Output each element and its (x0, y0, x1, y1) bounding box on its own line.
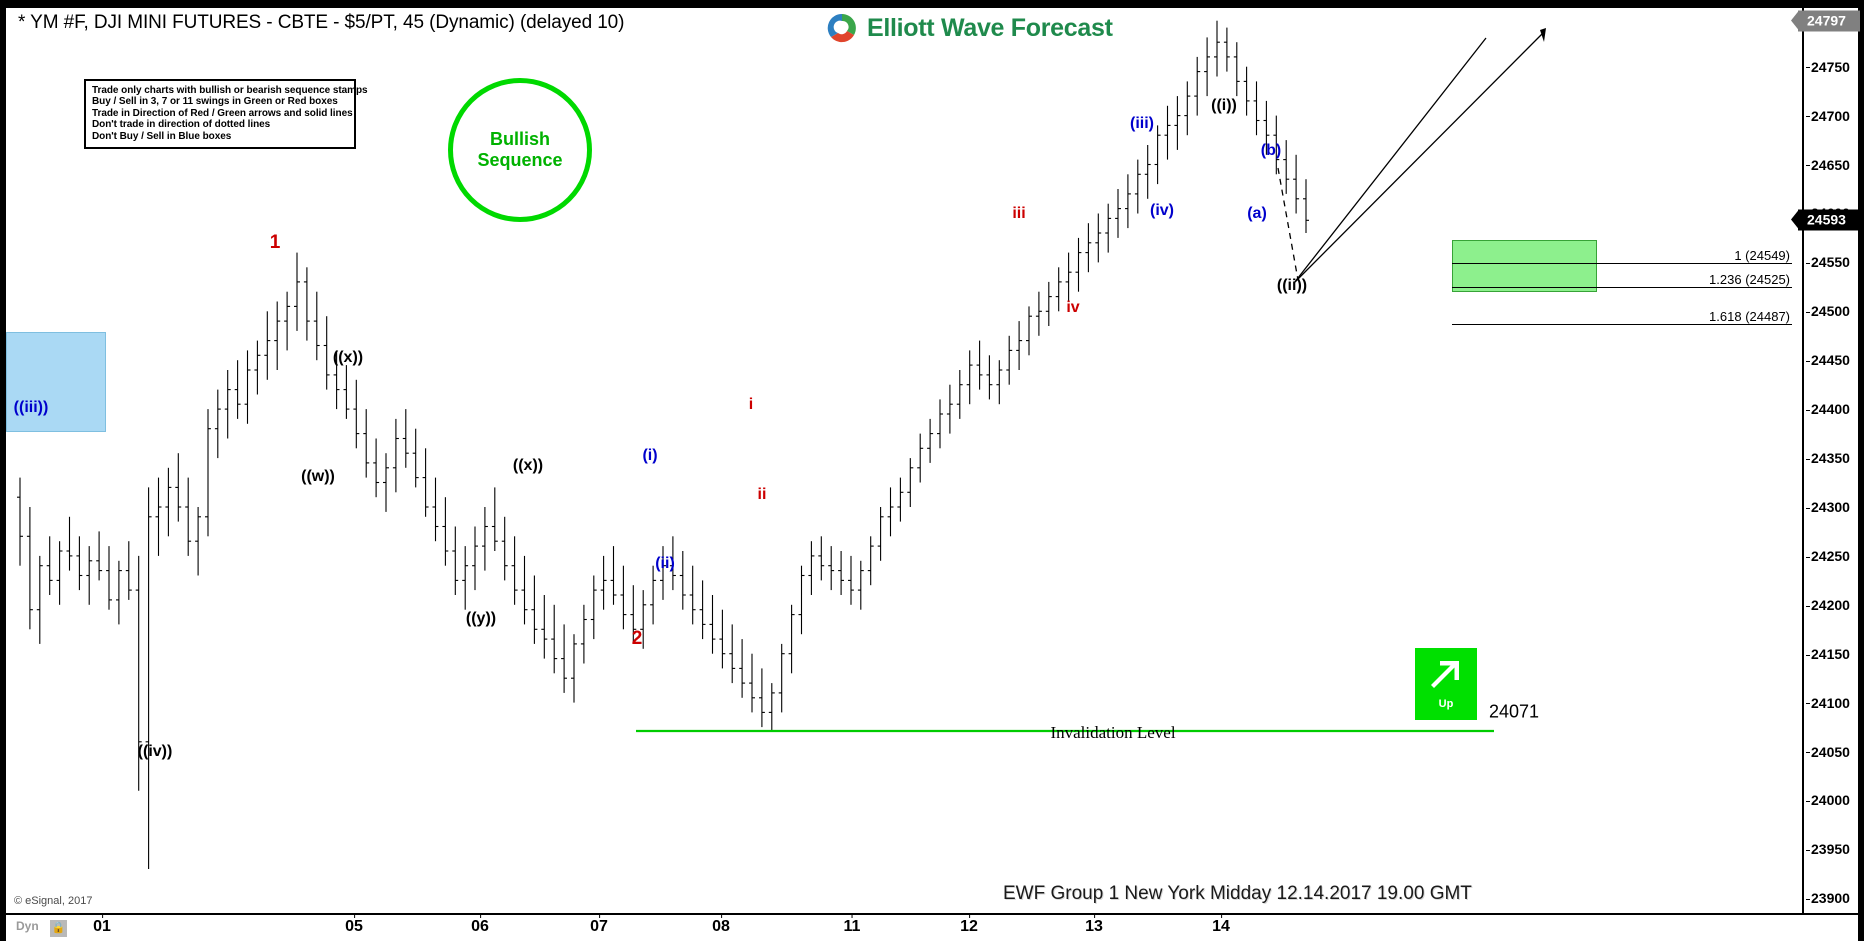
fib-level-label: 1.236 (24525) (1709, 271, 1790, 287)
forecast-footer-note: EWF Group 1 New York Midday 12.14.2017 1… (1003, 883, 1472, 904)
time-axis-tick: 11 (844, 914, 860, 936)
wave-label: ii (757, 486, 767, 503)
price-axis-tick: 24350 (1806, 450, 1850, 466)
time-axis-tick: 07 (590, 914, 608, 936)
time-axis[interactable]: Dyn 🔒 01 05 06 07 08 11 12 13 14 (6, 913, 1858, 941)
wave-label: (a) (1247, 205, 1267, 222)
chart-title: * YM #F, DJI MINI FUTURES - CBTE - $5/PT… (18, 12, 625, 33)
time-axis-tick: 13 (1085, 914, 1103, 936)
wave-label: ((y)) (465, 610, 497, 627)
sequence-stamp-line2: Sequence (477, 150, 563, 170)
wave-label: (b) (1260, 142, 1282, 159)
price-axis-tick: 24750 (1806, 59, 1850, 75)
wave-label: iv (1066, 299, 1080, 316)
time-axis-tick: 14 (1212, 914, 1230, 936)
ewf-logo: Elliott Wave Forecast (826, 12, 1113, 44)
esignal-credit: © eSignal, 2017 (14, 895, 93, 907)
wave-label: ((ii)) (1276, 277, 1308, 294)
rule-line: Trade in Direction of Red / Green arrows… (92, 107, 353, 119)
wave-label: (i) (642, 447, 658, 464)
fib-level-row: 1.618 (24487) (1452, 309, 1792, 325)
fib-level-label: 1.618 (24487) (1709, 309, 1790, 324)
bullish-sequence-stamp: Bullish Sequence (448, 78, 592, 222)
time-axis-tick: 01 (93, 914, 111, 936)
price-axis-tick: 23900 (1806, 890, 1850, 906)
rule-line: Don't Buy / Sell in Blue boxes (92, 130, 232, 142)
price-axis-tick: 24700 (1806, 108, 1850, 124)
wave-label: i (748, 396, 754, 413)
wave-label: (iv) (1150, 202, 1174, 219)
wave-label: ((i)) (1211, 97, 1237, 114)
dyn-mode-label: Dyn (16, 919, 39, 933)
wave-label: (ii) (655, 555, 675, 572)
invalidation-price: 24071 (1489, 701, 1540, 722)
wave-label: ((iv)) (137, 743, 173, 760)
session-high-badge: 24797 (1791, 10, 1860, 32)
wave-label: iii (1012, 205, 1026, 222)
trend-up-badge: Up (1415, 648, 1477, 720)
time-axis-tick: 06 (471, 914, 489, 936)
wave-label: ((x)) (332, 349, 364, 366)
fib-level-row: 1.236 (24525) (1452, 272, 1792, 288)
invalidation-level-label: Invalidation Level (1050, 723, 1176, 742)
blue-no-trade-box (6, 332, 106, 432)
wave-label: 1 (269, 232, 281, 253)
last-price-badge: 24593 (1791, 209, 1860, 231)
green-buy-box (1452, 240, 1597, 292)
ewf-logo-text: Elliott Wave Forecast (867, 13, 1113, 42)
time-axis-tick: 12 (960, 914, 978, 936)
price-axis-tick: 24150 (1806, 646, 1850, 662)
wave-label: ((iii)) (13, 399, 49, 416)
wave-label: (iii) (1130, 115, 1154, 132)
price-axis[interactable]: 2475024700246502460024550245002445024400… (1791, 8, 1860, 913)
price-axis-tick: 23950 (1806, 841, 1850, 857)
trading-rules-legend: Trade only charts with bullish or bearis… (84, 79, 368, 150)
price-axis-tick: 24100 (1806, 695, 1850, 711)
sequence-stamp-line1: Bullish (489, 129, 550, 149)
time-axis-tick: 05 (345, 914, 363, 936)
lock-icon[interactable]: 🔒 (50, 920, 67, 937)
wave-label: ((w)) (301, 468, 335, 485)
price-axis-tick: 24650 (1806, 157, 1850, 173)
wave-label: 2 (631, 628, 643, 649)
price-axis-tick: 24400 (1806, 401, 1850, 417)
price-axis-tick: 24000 (1806, 792, 1850, 808)
price-axis-tick: 24200 (1806, 597, 1850, 613)
price-axis-tick: 24250 (1806, 548, 1850, 564)
price-axis-tick: 24550 (1806, 254, 1850, 270)
price-axis-tick: 24500 (1806, 303, 1850, 319)
chart-screenshot: 1 (24549) 1.236 (24525) 1.618 (24487) * YM… (0, 0, 1864, 941)
swirl-logo-icon (826, 12, 858, 44)
rule-line: Buy / Sell in 3, 7 or 11 swings in Green… (92, 96, 338, 108)
price-axis-tick: 24300 (1806, 499, 1850, 515)
arrow-up-right-icon (1423, 651, 1469, 697)
window-frame-right (1858, 0, 1864, 941)
price-axis-tick: 24450 (1806, 352, 1850, 368)
time-axis-tick: 08 (712, 914, 730, 936)
fib-level-row: 1 (24549) (1452, 248, 1792, 265)
wave-label: ((x)) (512, 457, 544, 474)
price-axis-tick: 24050 (1806, 744, 1850, 760)
rule-line: Trade only charts with bullish or bearis… (92, 85, 368, 96)
trend-up-label: Up (1438, 698, 1454, 710)
fib-level-label: 1 (24549) (1734, 248, 1790, 264)
window-frame-top (0, 0, 1864, 8)
rule-line: Don't trade in direction of dotted lines (92, 119, 271, 131)
